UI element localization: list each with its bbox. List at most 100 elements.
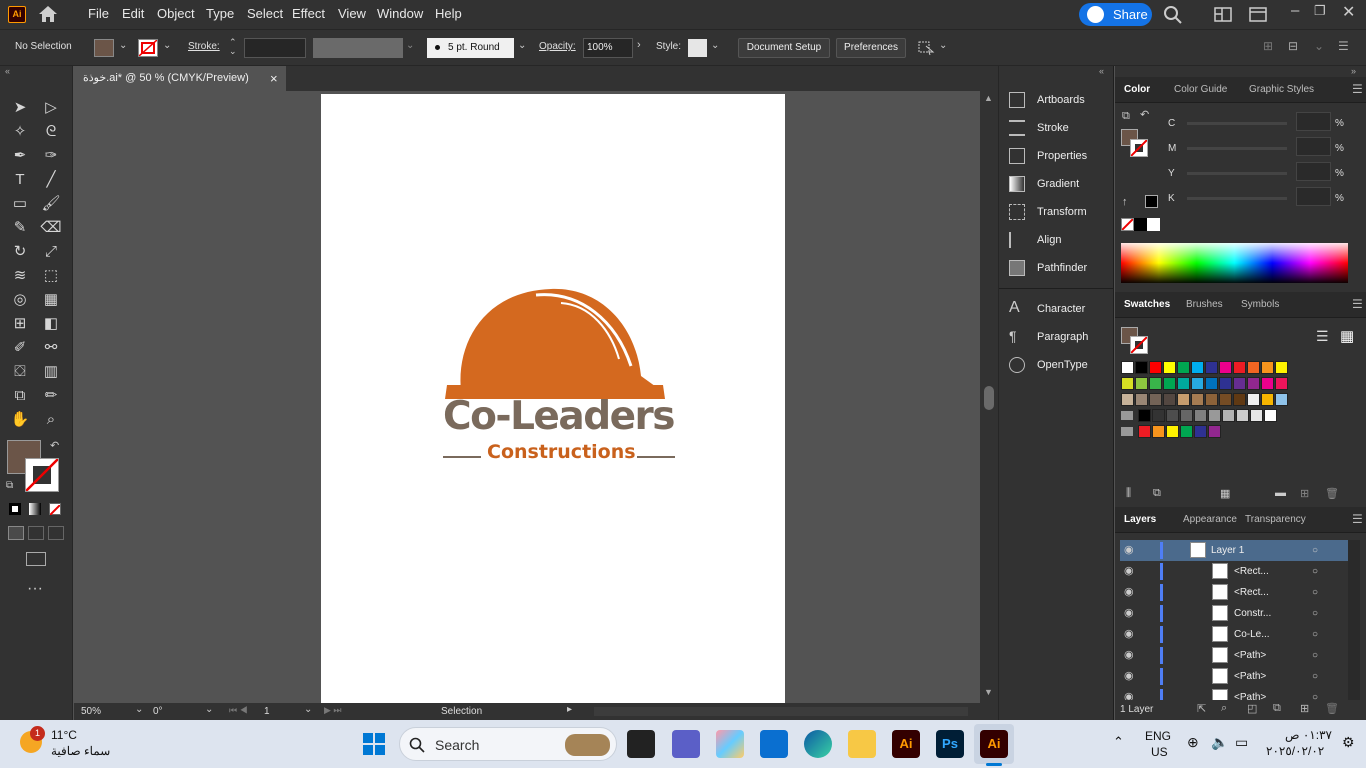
new-swatch-icon[interactable]: ⊞ [1300,487,1309,500]
color-swatch[interactable] [1177,393,1190,406]
visibility-eye-icon[interactable]: ◉ [1124,645,1134,666]
draw-inside-icon[interactable] [48,526,64,540]
chevron-down-icon[interactable]: ⌄ [135,704,143,715]
shape-builder-icon[interactable]: ◎ [9,290,31,310]
color-swatch[interactable] [1191,361,1204,374]
color-swatch[interactable] [1194,425,1207,438]
color-swatch[interactable] [1233,377,1246,390]
color-swatch[interactable] [1135,393,1148,406]
color-swatch[interactable] [1177,377,1190,390]
tab-appearance[interactable]: Appearance [1183,514,1237,525]
curvature-tool-icon[interactable]: ✑ [40,146,62,166]
color-swatch[interactable] [1236,409,1249,422]
clock-date[interactable]: ٢٠٢٥/٠٢/٠٢ [1266,744,1324,758]
pen-tool-icon[interactable]: ✒ [9,146,31,166]
color-swatch[interactable] [1233,361,1246,374]
visibility-eye-icon[interactable]: ◉ [1124,687,1134,700]
layer-name[interactable]: <Rect... [1234,582,1269,603]
tray-chevron-icon[interactable]: ⌃ [1113,734,1124,750]
panel-artboards[interactable]: Artboards [1009,90,1085,110]
yellow-slider[interactable]: Y % [1115,162,1366,186]
visibility-eye-icon[interactable]: ◉ [1124,624,1134,645]
color-swatch[interactable] [1135,377,1148,390]
target-circle-icon[interactable]: ○ [1312,687,1318,700]
color-swatch[interactable] [1205,377,1218,390]
scroll-up-icon[interactable]: ▲ [984,93,993,103]
close-tab-icon[interactable]: × [270,66,278,91]
helmet-graphic[interactable] [441,281,681,401]
mesh-tool-icon[interactable]: ⊞ [9,314,31,334]
panel-opentype[interactable]: OpenType [1009,355,1088,375]
swatch-folder-icon[interactable] [1121,411,1133,420]
visibility-eye-icon[interactable]: ◉ [1124,582,1134,603]
minimize-icon[interactable]: – [1291,2,1299,19]
color-swatch[interactable] [1219,361,1232,374]
color-swatch[interactable] [1135,361,1148,374]
panel-stroke[interactable]: Stroke [1009,118,1069,138]
color-swatch[interactable] [1205,393,1218,406]
eyedropper-icon[interactable]: ✐ [9,338,31,358]
lasso-icon[interactable]: ᘓ [40,122,62,142]
preferences-button[interactable]: Preferences [836,38,906,58]
terminal-app-icon[interactable] [627,730,655,758]
blend-tool-icon[interactable]: ⚯ [40,338,62,358]
tab-transparency[interactable]: Transparency [1245,514,1306,525]
black-value[interactable] [1296,187,1331,206]
color-swatch[interactable] [1121,361,1134,374]
opacity-label[interactable]: Opacity: [539,41,576,52]
layer-row[interactable]: ◉ Co-Le... ○ [1120,624,1355,645]
color-swatch[interactable] [1247,393,1260,406]
scroll-down-icon[interactable]: ▼ [984,687,993,697]
panel-menu-icon[interactable]: ☰ [1338,39,1349,53]
weather-temp[interactable]: 11°C [51,728,77,742]
menu-select[interactable]: Select [247,6,283,21]
color-swatch[interactable] [1275,393,1288,406]
color-swatch[interactable] [1191,393,1204,406]
cyan-value[interactable] [1296,112,1331,131]
panel-align[interactable]: Align [1009,230,1061,250]
swatch-folder-icon[interactable] [1121,427,1133,436]
edge-app-icon[interactable] [804,730,832,758]
chevron-down-icon[interactable]: ⌄ [518,40,526,51]
color-swatch[interactable] [1275,361,1288,374]
teams-app-icon[interactable] [672,730,700,758]
rotate-tool-icon[interactable]: ↻ [9,242,31,262]
artboard-number[interactable]: 1 [264,706,270,717]
color-swatch[interactable] [1247,377,1260,390]
magenta-value[interactable] [1296,137,1331,156]
more-tools-icon[interactable]: ··· [27,580,43,598]
draw-normal-icon[interactable] [8,526,24,540]
lang-secondary[interactable]: US [1151,745,1168,759]
fill-swatch[interactable] [94,39,114,57]
color-swatch[interactable] [1194,409,1207,422]
magenta-slider[interactable]: M % [1115,137,1366,161]
chevron-right-icon[interactable]: ▸ [567,704,572,715]
rotation-value[interactable]: 0° [153,706,163,717]
new-sublayer-icon[interactable]: ⧉ [1273,702,1281,715]
color-swatch[interactable] [1163,361,1176,374]
menu-help[interactable]: Help [435,6,462,21]
screen-mode-icon[interactable] [26,552,46,566]
horizontal-scrollbar[interactable] [594,707,968,716]
graphic-style-swatch[interactable] [688,39,707,57]
panel-character[interactable]: A Character [1009,299,1085,319]
color-swatch[interactable] [1121,393,1134,406]
visibility-eye-icon[interactable]: ◉ [1124,603,1134,624]
visibility-eye-icon[interactable]: ◉ [1124,561,1134,582]
stroke-weight-input[interactable] [244,38,306,58]
close-window-icon[interactable]: ✕ [1342,2,1355,22]
perspective-grid-icon[interactable]: ▦ [40,290,62,310]
panel-paragraph[interactable]: ¶ Paragraph [1009,327,1088,347]
target-circle-icon[interactable]: ○ [1312,540,1318,561]
new-color-group-icon[interactable]: ▬ [1275,487,1286,499]
color-swatch[interactable] [1261,361,1274,374]
panel-pathfinder[interactable]: Pathfinder [1009,258,1087,278]
panel-menu-icon[interactable]: ☰ [1352,82,1363,96]
brand-tagline[interactable]: Constructions [487,441,636,463]
target-circle-icon[interactable]: ○ [1312,666,1318,687]
artboard-nav-icon[interactable]: ▶ ⏭ [324,705,342,716]
menu-file[interactable]: File [88,6,109,21]
free-transform-icon[interactable]: ⬚ [40,266,62,286]
search-box[interactable]: Search [399,727,617,761]
share-button[interactable]: Share [1079,3,1152,26]
